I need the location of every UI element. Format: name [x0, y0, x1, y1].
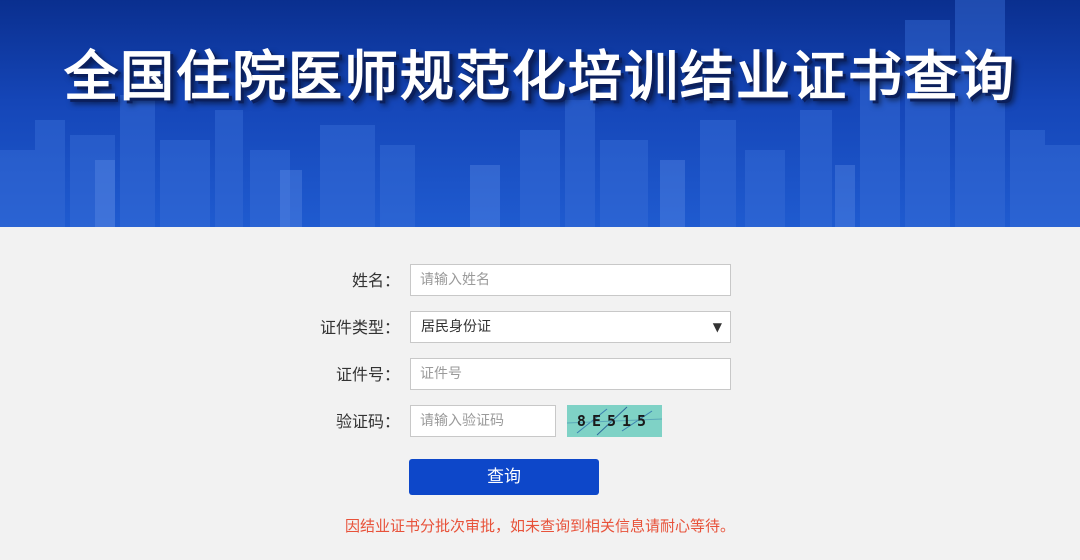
id-type-row: 证件类型： 居民身份证 ▼	[0, 311, 1080, 345]
id-type-select[interactable]: 居民身份证 ▼	[410, 311, 731, 343]
certificate-query-form: 姓名： 证件类型： 居民身份证 ▼ 证件号： 验证码： 8E515 查询 因结业…	[0, 227, 1080, 560]
id-number-input[interactable]	[410, 358, 731, 390]
page-title: 全国住院医师规范化培训结业证书查询	[64, 45, 1016, 108]
id-type-selected-value: 居民身份证	[421, 319, 491, 335]
id-number-label: 证件号：	[335, 365, 400, 384]
captcha-image[interactable]: 8E515	[567, 405, 662, 437]
id-number-row: 证件号：	[0, 358, 1080, 392]
name-label: 姓名：	[351, 271, 400, 290]
id-type-label: 证件类型：	[319, 318, 400, 337]
approval-notice: 因结业证书分批次审批，如未查询到相关信息请耐心等待。	[344, 517, 735, 535]
query-button[interactable]: 查询	[409, 459, 599, 495]
captcha-row: 验证码： 8E515	[0, 405, 1080, 439]
header-banner: 全国住院医师规范化培训结业证书查询	[0, 0, 1080, 227]
chevron-down-icon: ▼	[712, 320, 722, 334]
name-input[interactable]	[410, 264, 731, 296]
name-row: 姓名：	[0, 264, 1080, 298]
captcha-code: 8E515	[576, 412, 653, 430]
captcha-label: 验证码：	[335, 412, 400, 431]
captcha-input[interactable]	[410, 405, 556, 437]
